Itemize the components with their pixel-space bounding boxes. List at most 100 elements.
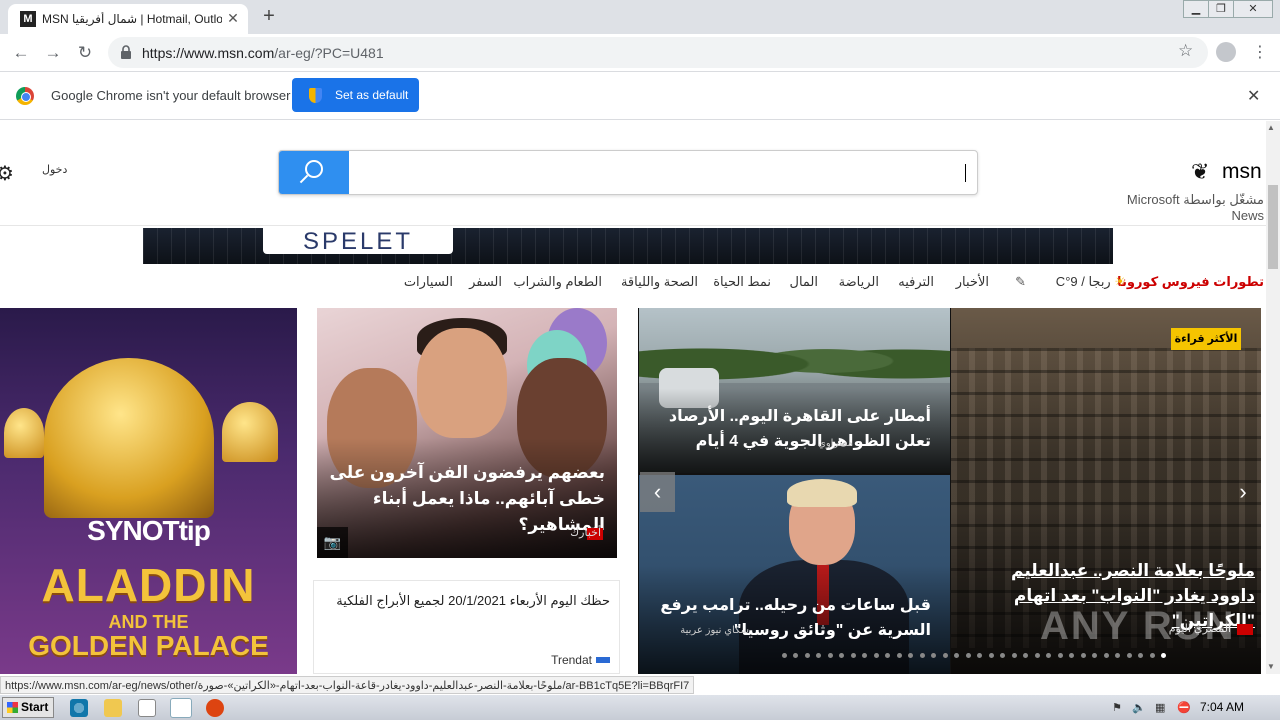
slider-dot[interactable] (862, 653, 867, 658)
folder-icon[interactable] (104, 699, 122, 717)
slider-dot[interactable] (1138, 653, 1143, 658)
slider-next-button[interactable]: › (1230, 472, 1256, 512)
slider-dot[interactable] (1103, 653, 1109, 658)
story-trump[interactable]: قبل ساعات من رحيله.. ترامب يرفع السرية ع… (639, 475, 950, 674)
profile-avatar[interactable] (1216, 42, 1236, 62)
ad-title: ALADDIN (41, 559, 256, 611)
slider-dot[interactable] (850, 653, 856, 658)
browser-toolbar: ← → ↻ https://www.msn.com/ar-eg/?PC=U481… (0, 34, 1280, 72)
top-banner-ad[interactable]: SPELET (143, 228, 1113, 264)
slider-dot[interactable] (942, 653, 948, 658)
forward-icon[interactable]: → (42, 42, 64, 64)
nav-news[interactable]: الأخبار (956, 274, 989, 290)
nav-health[interactable]: الصحة واللياقة (621, 274, 698, 290)
maximize-button[interactable]: ❐ (1208, 0, 1234, 18)
shield-icon (309, 88, 322, 103)
tab-close-icon[interactable]: ✕ (224, 9, 242, 27)
slider-dot[interactable] (954, 653, 959, 658)
scroll-thumb[interactable] (1268, 185, 1278, 269)
slider-dot[interactable] (1080, 653, 1086, 658)
signin-link[interactable]: دخول (42, 163, 67, 176)
slider-dot[interactable] (1069, 653, 1074, 658)
slider-dot[interactable] (931, 653, 936, 658)
nav-autos[interactable]: السيارات (404, 274, 453, 290)
msn-logo[interactable]: msn (1222, 160, 1262, 184)
slider-dot[interactable] (1011, 653, 1017, 658)
slider-dot[interactable] (827, 653, 833, 658)
flag-icon[interactable]: ⚑ (1112, 701, 1122, 714)
slider-dot[interactable] (1115, 653, 1120, 658)
slider-dot[interactable] (1161, 653, 1166, 658)
media-player-icon[interactable] (138, 699, 156, 717)
url-text: https://www.msn.com/ar-eg/?PC=U481 (142, 45, 384, 61)
news-card-celebrities[interactable]: بعضهم يرفضون الفن آخرون على خطى آبائهم..… (317, 308, 617, 558)
slider-dot[interactable] (908, 653, 913, 658)
slider-dot[interactable] (1023, 653, 1028, 658)
slider-dots (766, 653, 1166, 663)
window-close-button[interactable]: ✕ (1233, 0, 1273, 18)
msn-butterfly-icon: ❦ (1191, 159, 1210, 184)
story-source: مصراوي (818, 438, 853, 449)
news-card-horoscope[interactable]: حظك اليوم الأربعاء 20/1/2021 لجميع الأبر… (313, 580, 620, 674)
search-button[interactable] (279, 151, 349, 194)
ie-icon[interactable] (70, 699, 88, 717)
alert-icon[interactable]: ⛔ (1177, 701, 1191, 714)
slider-dot[interactable] (965, 653, 971, 658)
story-source: سكاي نيوز عربية (680, 625, 749, 636)
nav-travel[interactable]: السفر (469, 274, 502, 290)
nav-corona[interactable]: تطورات فيروس كورونا (1117, 274, 1264, 290)
chrome-menu-icon[interactable]: ⋮ (1252, 42, 1268, 62)
nav-lifestyle[interactable]: نمط الحياة (713, 274, 771, 290)
back-icon[interactable]: ← (10, 42, 32, 64)
slider-dot[interactable] (896, 653, 902, 658)
edit-pencil-icon[interactable]: ✎ (1015, 274, 1026, 290)
card-headline[interactable]: حظك اليوم الأربعاء 20/1/2021 لجميع الأبر… (324, 593, 610, 609)
slider-dot[interactable] (781, 653, 787, 658)
gear-icon[interactable]: ⚙ (0, 161, 14, 186)
slider-dot[interactable] (1000, 653, 1005, 658)
weather-widget[interactable]: ☀ ربجا / 9°C (1056, 274, 1126, 290)
speaker-icon[interactable]: 🔈 (1132, 701, 1146, 714)
stop-icon[interactable] (206, 699, 224, 717)
nav-entertainment[interactable]: الترفيه (898, 274, 934, 290)
slider-dot[interactable] (885, 653, 890, 658)
slider-dot[interactable] (1149, 653, 1155, 658)
infobar-close-icon[interactable]: ✕ (1247, 86, 1260, 106)
search-box[interactable] (278, 150, 978, 195)
slider-dot[interactable] (793, 653, 798, 658)
slider-dot[interactable] (977, 653, 982, 658)
network-icon[interactable]: ▦ (1155, 701, 1165, 714)
vertical-scrollbar[interactable]: ▲ ▼ (1266, 121, 1280, 674)
reload-icon[interactable]: ↻ (74, 42, 96, 64)
slider-dot[interactable] (988, 653, 994, 658)
nav-food[interactable]: الطعام والشراب (513, 274, 602, 290)
msn-subtitle: مشغّل بواسطة Microsoft News (1126, 192, 1264, 223)
slider-prev-button[interactable]: ‹ (640, 472, 675, 512)
slider-dot[interactable] (873, 653, 879, 658)
slider-dot[interactable] (919, 653, 925, 658)
minimize-button[interactable]: ▁ (1183, 0, 1209, 18)
slider-dot[interactable] (1057, 653, 1063, 658)
story-rain[interactable]: أمطار على القاهرة اليوم.. الأرصاد تعلن ا… (639, 308, 950, 473)
new-tab-button[interactable]: + (258, 6, 280, 28)
slider-dot[interactable] (1092, 653, 1097, 658)
status-bar-url: https://www.msn.com/ar-eg/news/other/ملو… (0, 676, 695, 694)
set-as-default-button[interactable]: Set as default (292, 78, 419, 112)
browser-tab[interactable]: M MSN شمال أفريقيا | Hotmail, Outlook ✕ (8, 4, 248, 34)
slider-dot[interactable] (839, 653, 844, 658)
scroll-up-icon[interactable]: ▲ (1267, 123, 1275, 132)
scroll-down-icon[interactable]: ▼ (1267, 662, 1275, 671)
aladdin-ad[interactable]: SYNOTtip ALADDIN AND THE GOLDEN PALACE (0, 308, 297, 674)
slider-dot[interactable] (1034, 653, 1040, 658)
start-button[interactable]: Start (2, 697, 54, 718)
nav-money[interactable]: المال (790, 274, 819, 290)
address-bar[interactable]: https://www.msn.com/ar-eg/?PC=U481 ☆ (108, 37, 1208, 68)
msn-favicon-icon: M (20, 11, 36, 27)
slider-dot[interactable] (1046, 653, 1051, 658)
slider-dot[interactable] (804, 653, 810, 658)
bookmark-star-icon[interactable]: ☆ (1178, 41, 1193, 61)
slider-dot[interactable] (816, 653, 821, 658)
nav-sports[interactable]: الرياضة (839, 274, 879, 290)
slider-dot[interactable] (1126, 653, 1132, 658)
chrome-taskbar-icon[interactable] (170, 698, 192, 718)
